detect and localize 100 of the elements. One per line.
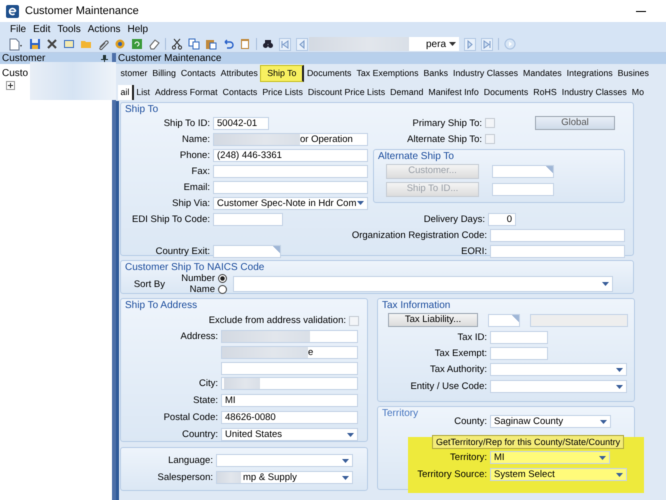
input-field[interactable] [492, 164, 554, 178]
input-field[interactable]: e [221, 346, 358, 359]
input-field[interactable] [221, 330, 358, 343]
input-field[interactable]: 0 [488, 212, 516, 226]
input-field[interactable] [213, 164, 368, 178]
menu-item[interactable]: File [10, 24, 26, 34]
input-field[interactable] [221, 362, 358, 375]
tab[interactable]: Industry Classes [450, 66, 521, 81]
county-dropdown[interactable]: Saginaw County [490, 415, 611, 428]
last-record-button[interactable] [481, 38, 493, 50]
tab[interactable]: Documents [304, 66, 354, 81]
tab[interactable]: stomer [118, 66, 150, 81]
tab[interactable]: Banks [421, 66, 450, 81]
tab[interactable]: Mo [629, 84, 647, 100]
tab[interactable]: Busines [615, 66, 652, 81]
play-icon[interactable] [504, 38, 516, 50]
ship-via-dropdown[interactable]: Customer Spec-Note in Hdr Com [213, 196, 368, 210]
tab[interactable]: Attributes [218, 66, 260, 81]
input-field[interactable] [490, 330, 548, 344]
input-field[interactable]: 50042-01 [213, 116, 269, 130]
tab[interactable]: Integrations [564, 66, 616, 81]
refresh-icon[interactable] [131, 38, 143, 50]
tab[interactable]: ail [118, 84, 134, 100]
input-field[interactable] [490, 244, 625, 258]
caret-icon [342, 476, 349, 480]
undo-icon[interactable] [222, 38, 234, 50]
language-dropdown[interactable] [216, 454, 353, 467]
delete-icon[interactable] [46, 38, 58, 50]
menu-item[interactable]: Edit [33, 24, 50, 34]
minimize-icon[interactable] [636, 10, 646, 12]
input-field[interactable] [488, 314, 520, 326]
tab[interactable]: Manifest Info [426, 84, 482, 100]
field-label: State: [192, 395, 219, 406]
tab[interactable]: Demand [388, 84, 426, 100]
tab[interactable]: Contacts [220, 84, 260, 100]
new-document-icon[interactable] [8, 38, 24, 50]
field-label: Country: [181, 429, 219, 440]
eraser-icon[interactable] [148, 38, 160, 50]
paperclip-icon[interactable] [97, 38, 109, 50]
tax-liability-button[interactable]: Tax Liability... [388, 313, 478, 327]
checkbox[interactable] [485, 118, 495, 128]
clipboard-icon[interactable] [239, 38, 251, 50]
tab[interactable]: Ship To [260, 65, 304, 82]
folder-icon[interactable] [80, 38, 92, 50]
field-label: EDI Ship To Code: [131, 214, 211, 224]
input-field[interactable]: MI [221, 394, 358, 407]
blur-patch [217, 472, 241, 483]
input-field[interactable] [492, 182, 554, 196]
input-field[interactable] [221, 377, 358, 390]
input-field[interactable] [213, 180, 368, 194]
territory-source-dropdown[interactable]: System Select [490, 468, 627, 481]
get-territory-button[interactable]: GetTerritory/Rep for this County/State/Country [432, 435, 624, 449]
radio-button[interactable] [218, 274, 227, 283]
territory-dropdown[interactable]: MI [490, 451, 610, 464]
input-field[interactable] [490, 228, 625, 242]
menu-item[interactable]: Tools [57, 24, 81, 34]
tab[interactable]: Contacts [178, 66, 218, 81]
caret-icon [599, 456, 606, 460]
input-field[interactable] [490, 346, 548, 360]
copy-icon[interactable] [188, 38, 200, 50]
tab[interactable]: Discount Price Lists [305, 84, 388, 100]
record-dropdown[interactable]: pera [309, 37, 459, 51]
salesperson-dropdown[interactable]: mp & Supply [216, 471, 353, 484]
input-field[interactable]: 48626-0080 [221, 411, 358, 424]
radio-button[interactable] [218, 285, 227, 294]
menu-item[interactable]: Actions [88, 24, 121, 34]
field-label: Address: [180, 330, 219, 344]
tab[interactable]: Mandates [520, 66, 564, 81]
group-title: Ship To [124, 103, 158, 115]
tab[interactable]: Price Lists [260, 84, 306, 100]
tab[interactable]: Industry Classes [559, 84, 630, 100]
input-field[interactable] [213, 244, 281, 258]
naics-dropdown[interactable] [233, 276, 613, 292]
input-field[interactable]: (248) 446-3361 [213, 148, 368, 162]
tab[interactable]: Address Format [152, 84, 220, 100]
next-record-button[interactable] [464, 38, 476, 50]
tab[interactable]: List [134, 84, 153, 100]
input-field[interactable] [213, 212, 283, 226]
expand-icon[interactable] [6, 81, 15, 90]
tab[interactable]: Documents [481, 84, 531, 100]
checkbox[interactable] [485, 134, 495, 144]
save-icon[interactable] [29, 38, 41, 50]
pin-icon[interactable] [101, 54, 108, 62]
caret-icon [342, 458, 349, 462]
tree-item[interactable]: Custo [2, 68, 28, 79]
input-field[interactable]: or Operation [213, 132, 368, 146]
tab[interactable]: Tax Exemptions [354, 66, 422, 81]
tab[interactable]: Billing [150, 66, 178, 81]
menu-item[interactable]: Help [128, 24, 148, 34]
previous-record-button[interactable] [296, 38, 308, 50]
tab[interactable]: RoHS [530, 84, 560, 100]
entity-use-code-dropdown[interactable] [490, 380, 627, 393]
checkbox[interactable] [349, 316, 359, 326]
cut-icon[interactable] [171, 38, 183, 50]
tax-authority-dropdown[interactable] [490, 363, 627, 376]
global-button[interactable]: Global [535, 116, 615, 130]
first-record-button[interactable] [279, 38, 291, 50]
caret-icon [616, 368, 623, 372]
paste-icon[interactable] [205, 38, 217, 50]
country-dropdown[interactable]: United States [221, 428, 358, 441]
